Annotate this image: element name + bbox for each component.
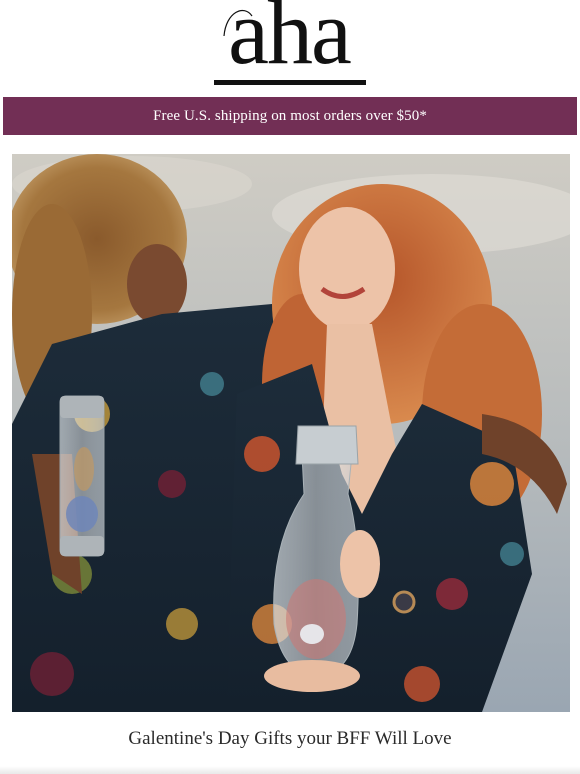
headline[interactable]: Galentine's Day Gifts your BFF Will Love: [0, 728, 580, 750]
shipping-banner-text: Free U.S. shipping on most orders over $…: [153, 107, 427, 124]
email-page: aha Free U.S. shipping on most orders ov…: [0, 0, 580, 774]
shipping-banner[interactable]: Free U.S. shipping on most orders over $…: [3, 97, 577, 135]
hero-image[interactable]: [12, 154, 570, 712]
logo-text: aha: [228, 0, 352, 83]
logo-underline: [214, 80, 366, 85]
hero-photo-illustration: [12, 154, 570, 712]
bottom-divider: [0, 766, 580, 774]
aha-logo[interactable]: aha: [206, 0, 372, 92]
